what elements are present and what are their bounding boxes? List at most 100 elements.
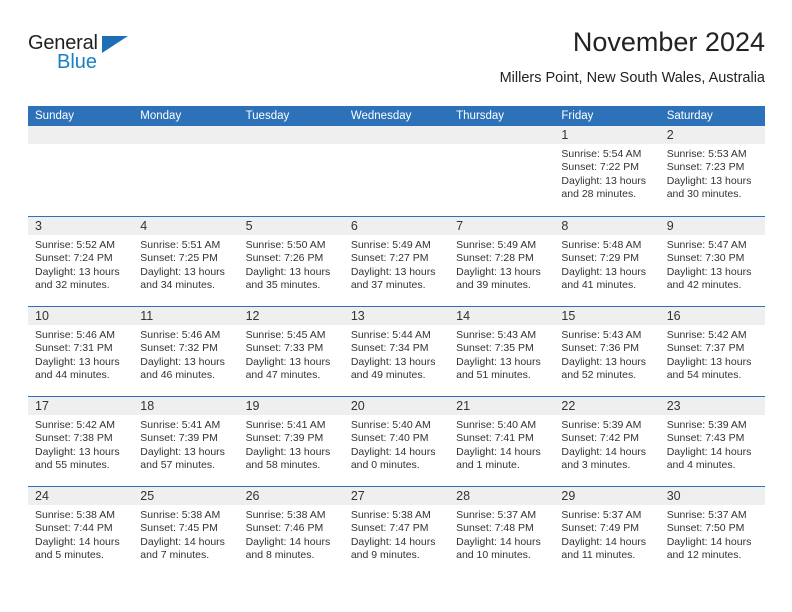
day-number-band: 28	[449, 487, 555, 505]
sunset-text: Sunset: 7:39 PM	[245, 432, 324, 445]
sunrise-text: Sunrise: 5:40 AM	[456, 419, 537, 431]
sunset-text: Sunset: 7:34 PM	[350, 342, 429, 355]
daylight-text-line1: Daylight: 13 hours	[245, 445, 331, 458]
general-blue-logo[interactable]: General Blue	[28, 32, 208, 84]
day-details: Sunrise: 5:46 AM Sunset: 7:31 PM Dayligh…	[28, 325, 133, 382]
day-cell[interactable]: 16 Sunrise: 5:42 AM Sunset: 7:37 PM Dayl…	[659, 307, 765, 396]
day-number: 6	[350, 219, 358, 233]
day-cell[interactable]: 12 Sunrise: 5:45 AM Sunset: 7:33 PM Dayl…	[238, 307, 344, 396]
day-cell[interactable]: 6 Sunrise: 5:49 AM Sunset: 7:27 PM Dayli…	[343, 217, 450, 306]
calendar-page: General Blue November 2024 Millers Point…	[0, 0, 792, 612]
day-number-band	[28, 126, 134, 144]
daylight-text-line1: Daylight: 13 hours	[35, 445, 120, 458]
day-cell[interactable]: 22 Sunrise: 5:39 AM Sunset: 7:42 PM Dayl…	[554, 397, 660, 486]
daylight-text-line1: Daylight: 13 hours	[666, 265, 752, 278]
day-cell[interactable]: 26 Sunrise: 5:38 AM Sunset: 7:46 PM Dayl…	[238, 487, 344, 576]
day-number: 11	[140, 309, 154, 323]
day-cell[interactable]	[28, 126, 134, 216]
day-cell[interactable]: 9 Sunrise: 5:47 AM Sunset: 7:30 PM Dayli…	[659, 217, 765, 306]
day-cell[interactable]: 21 Sunrise: 5:40 AM Sunset: 7:41 PM Dayl…	[449, 397, 555, 486]
day-number-band: 23	[659, 397, 765, 415]
day-cell[interactable]: 24 Sunrise: 5:38 AM Sunset: 7:44 PM Dayl…	[28, 487, 134, 576]
day-cell[interactable]: 5 Sunrise: 5:50 AM Sunset: 7:26 PM Dayli…	[238, 217, 344, 306]
daylight-text-line1: Daylight: 14 hours	[456, 535, 541, 548]
day-cell[interactable]: 15 Sunrise: 5:43 AM Sunset: 7:36 PM Dayl…	[554, 307, 660, 396]
sunrise-text: Sunrise: 5:38 AM	[35, 509, 115, 521]
daylight-text-line1: Daylight: 14 hours	[350, 535, 436, 548]
day-cell[interactable]: 1 Sunrise: 5:54 AM Sunset: 7:22 PM Dayli…	[554, 126, 660, 216]
day-details: Sunrise: 5:40 AM Sunset: 7:41 PM Dayligh…	[449, 415, 554, 472]
day-number: 7	[456, 219, 464, 233]
weekday-header-wednesday: Wednesday	[350, 110, 412, 122]
logo-triangle-icon	[102, 36, 128, 53]
daylight-text-line1: Daylight: 14 hours	[561, 445, 647, 458]
day-cell[interactable]: 30 Sunrise: 5:37 AM Sunset: 7:50 PM Dayl…	[659, 487, 765, 576]
sunset-text: Sunset: 7:35 PM	[456, 342, 534, 355]
day-details: Sunrise: 5:47 AM Sunset: 7:30 PM Dayligh…	[660, 235, 765, 292]
day-number-band: 19	[238, 397, 344, 415]
day-cell[interactable]: 7 Sunrise: 5:49 AM Sunset: 7:28 PM Dayli…	[449, 217, 555, 306]
daylight-text-line1: Daylight: 13 hours	[456, 265, 541, 278]
daylight-text-line1: Daylight: 14 hours	[666, 445, 752, 458]
daylight-text-line2: and 51 minutes.	[456, 368, 531, 381]
day-cell[interactable]: 3 Sunrise: 5:52 AM Sunset: 7:24 PM Dayli…	[28, 217, 134, 306]
daylight-text-line1: Daylight: 14 hours	[140, 535, 225, 548]
day-cell[interactable]: 4 Sunrise: 5:51 AM Sunset: 7:25 PM Dayli…	[133, 217, 239, 306]
daylight-text-line1: Daylight: 14 hours	[245, 535, 331, 548]
day-number-band: 20	[343, 397, 450, 415]
day-cell[interactable]: 23 Sunrise: 5:39 AM Sunset: 7:43 PM Dayl…	[659, 397, 765, 486]
sunset-text: Sunset: 7:31 PM	[35, 342, 113, 355]
day-details: Sunrise: 5:41 AM Sunset: 7:39 PM Dayligh…	[239, 415, 344, 472]
day-cell[interactable]: 17 Sunrise: 5:42 AM Sunset: 7:38 PM Dayl…	[28, 397, 134, 486]
day-cell[interactable]: 8 Sunrise: 5:48 AM Sunset: 7:29 PM Dayli…	[554, 217, 660, 306]
day-cell[interactable]: 14 Sunrise: 5:43 AM Sunset: 7:35 PM Dayl…	[449, 307, 555, 396]
day-number-band	[343, 126, 450, 144]
day-cell[interactable]	[133, 126, 239, 216]
daylight-text-line2: and 41 minutes.	[561, 278, 637, 291]
location-subtitle: Millers Point, New South Wales, Australi…	[499, 70, 765, 86]
day-cell[interactable]: 25 Sunrise: 5:38 AM Sunset: 7:45 PM Dayl…	[133, 487, 239, 576]
day-details: Sunrise: 5:42 AM Sunset: 7:38 PM Dayligh…	[28, 415, 133, 472]
day-cell[interactable]: 19 Sunrise: 5:41 AM Sunset: 7:39 PM Dayl…	[238, 397, 344, 486]
day-number-band: 3	[28, 217, 134, 235]
day-cell[interactable]: 20 Sunrise: 5:40 AM Sunset: 7:40 PM Dayl…	[343, 397, 450, 486]
sunrise-text: Sunrise: 5:38 AM	[245, 509, 326, 521]
day-details: Sunrise: 5:45 AM Sunset: 7:33 PM Dayligh…	[239, 325, 344, 382]
day-number-band: 10	[28, 307, 134, 325]
day-number: 19	[245, 399, 260, 413]
daylight-text-line2: and 30 minutes.	[666, 187, 742, 200]
day-cell[interactable]: 10 Sunrise: 5:46 AM Sunset: 7:31 PM Dayl…	[28, 307, 134, 396]
sunrise-text: Sunrise: 5:44 AM	[350, 329, 431, 341]
sunrise-text: Sunrise: 5:37 AM	[456, 509, 537, 521]
daylight-text-line1: Daylight: 13 hours	[350, 355, 436, 368]
day-number: 10	[35, 309, 49, 323]
day-cell[interactable]: 2 Sunrise: 5:53 AM Sunset: 7:23 PM Dayli…	[659, 126, 765, 216]
day-details: Sunrise: 5:43 AM Sunset: 7:36 PM Dayligh…	[554, 325, 659, 382]
day-cell[interactable]: 11 Sunrise: 5:46 AM Sunset: 7:32 PM Dayl…	[133, 307, 239, 396]
day-number-band: 16	[659, 307, 765, 325]
sunset-text: Sunset: 7:47 PM	[350, 522, 429, 535]
day-number: 30	[666, 489, 681, 503]
sunset-text: Sunset: 7:29 PM	[561, 252, 640, 265]
day-cell[interactable]: 18 Sunrise: 5:41 AM Sunset: 7:39 PM Dayl…	[133, 397, 239, 486]
daylight-text-line2: and 49 minutes.	[350, 368, 426, 381]
day-cell[interactable]: 27 Sunrise: 5:38 AM Sunset: 7:47 PM Dayl…	[343, 487, 450, 576]
day-cell[interactable]: 28 Sunrise: 5:37 AM Sunset: 7:48 PM Dayl…	[449, 487, 555, 576]
day-cell[interactable]	[343, 126, 450, 216]
day-cell[interactable]	[449, 126, 555, 216]
logo-text-blue: Blue	[57, 51, 98, 73]
daylight-text-line2: and 35 minutes.	[245, 278, 321, 291]
day-number-band: 13	[343, 307, 450, 325]
day-details: Sunrise: 5:42 AM Sunset: 7:37 PM Dayligh…	[660, 325, 765, 382]
daylight-text-line1: Daylight: 13 hours	[666, 174, 752, 187]
sunrise-text: Sunrise: 5:39 AM	[561, 419, 642, 431]
sunset-text: Sunset: 7:33 PM	[245, 342, 324, 355]
day-cell[interactable]: 13 Sunrise: 5:44 AM Sunset: 7:34 PM Dayl…	[343, 307, 450, 396]
day-details: Sunrise: 5:38 AM Sunset: 7:47 PM Dayligh…	[344, 505, 449, 562]
sunrise-text: Sunrise: 5:39 AM	[666, 419, 747, 431]
daylight-text-line1: Daylight: 13 hours	[350, 265, 436, 278]
day-number: 13	[350, 309, 365, 323]
day-cell[interactable]: 29 Sunrise: 5:37 AM Sunset: 7:49 PM Dayl…	[554, 487, 660, 576]
daylight-text-line1: Daylight: 13 hours	[561, 174, 647, 187]
day-cell[interactable]	[238, 126, 344, 216]
